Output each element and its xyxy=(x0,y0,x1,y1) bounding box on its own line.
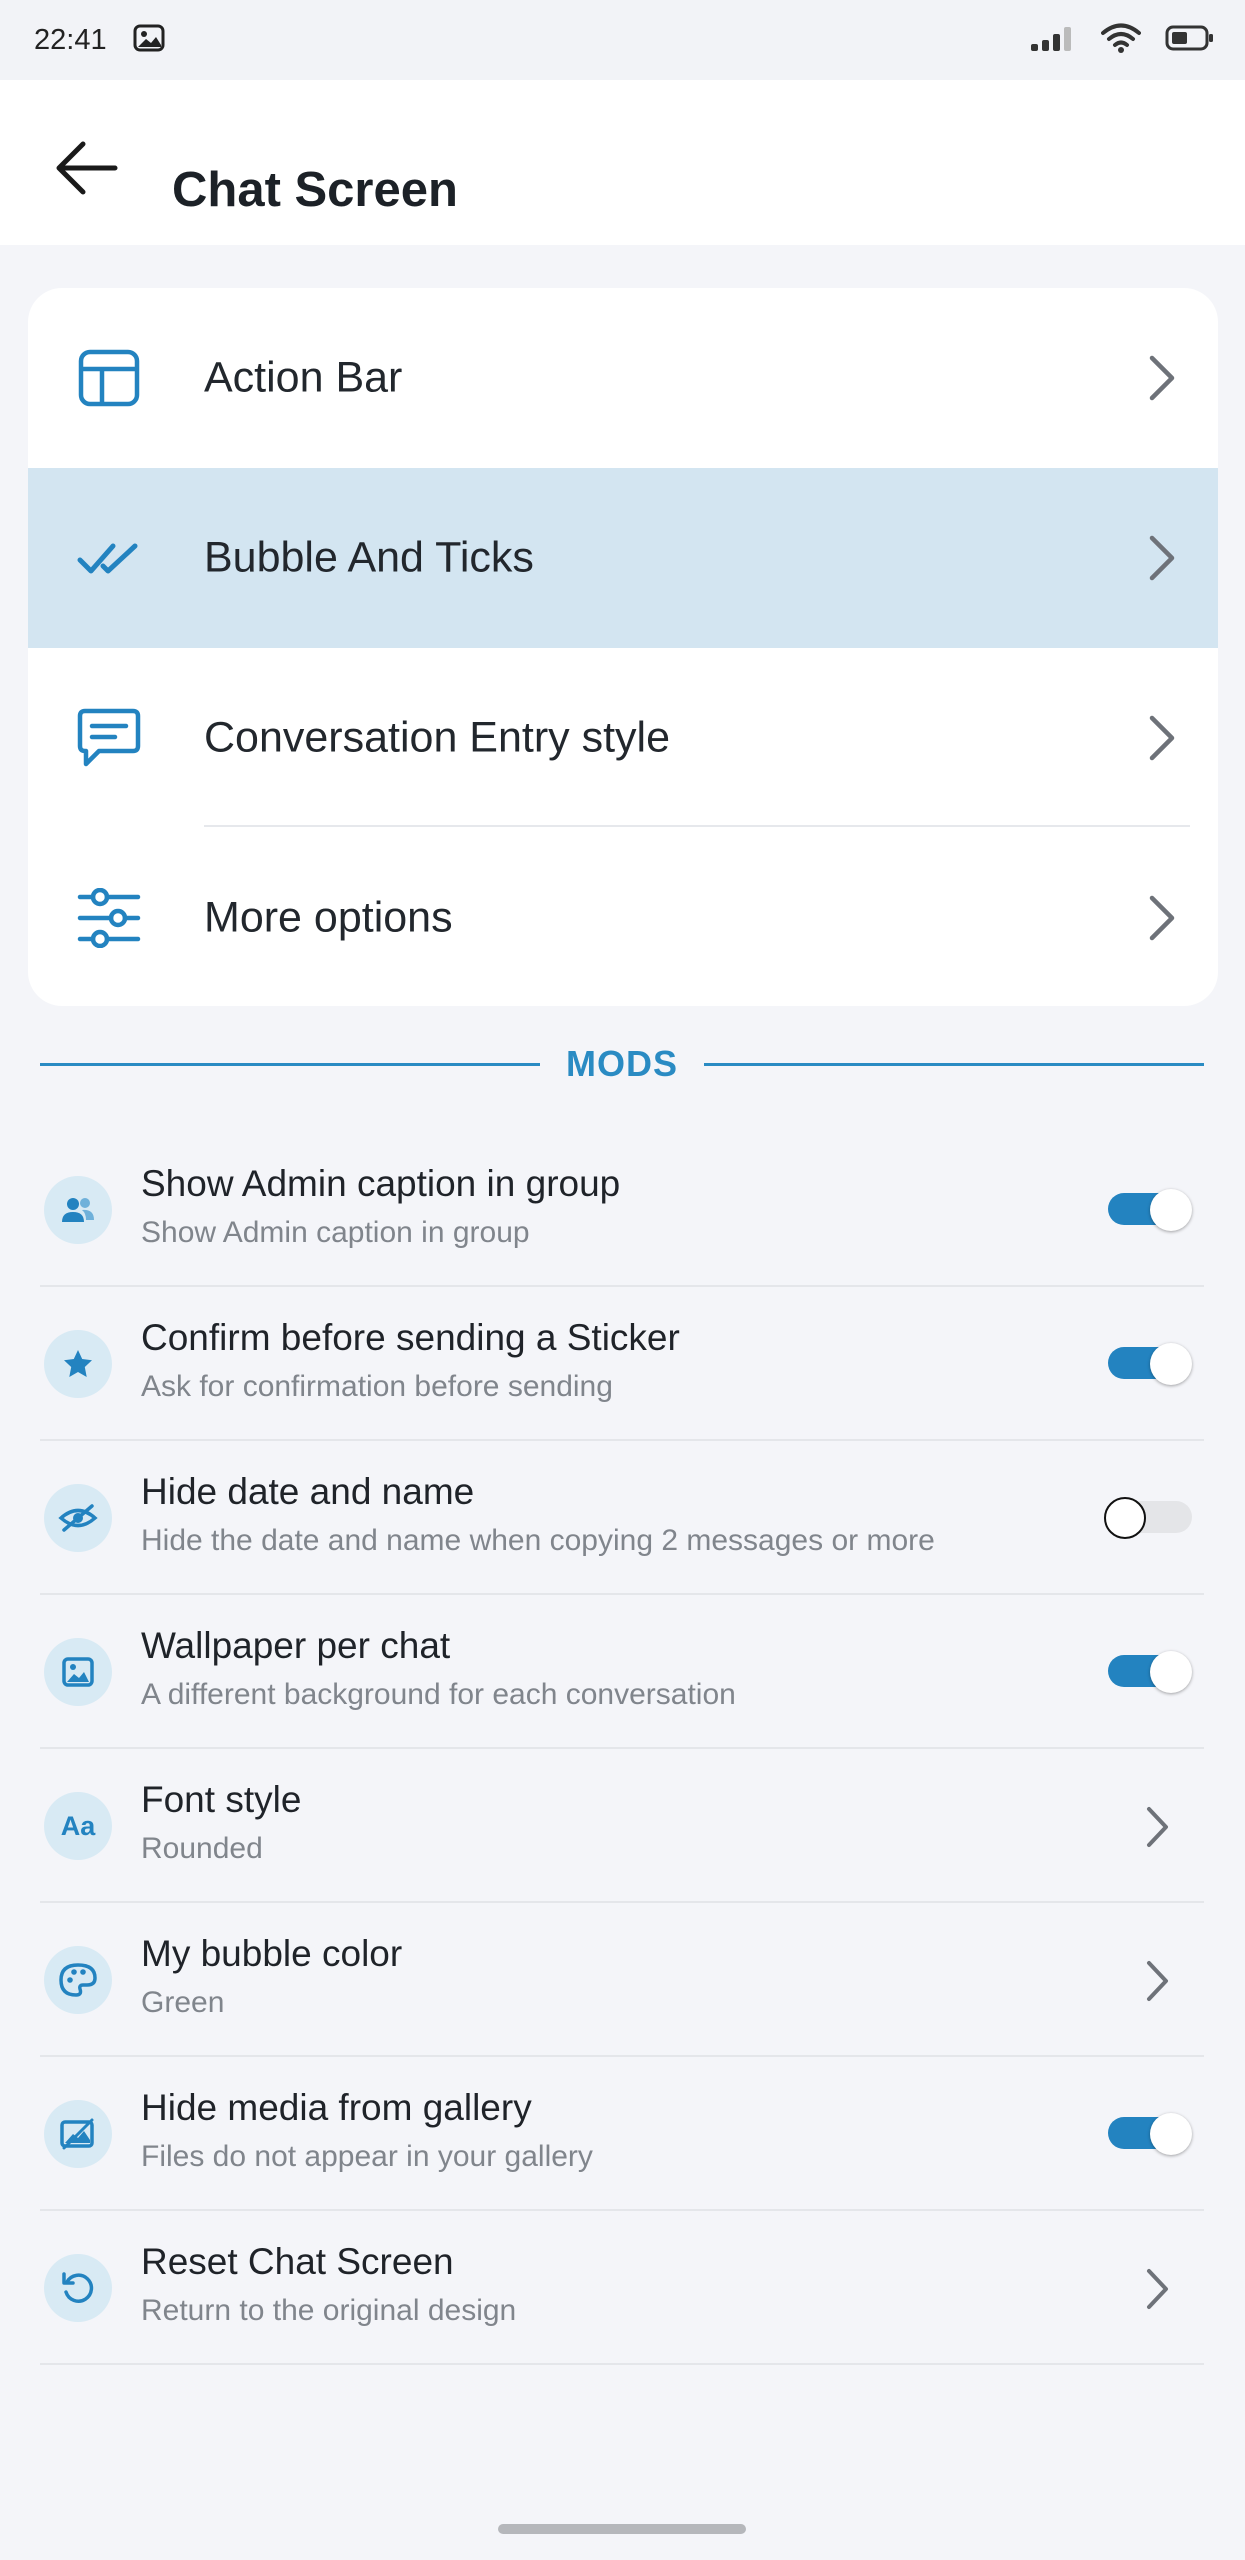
mod-row-font-style[interactable]: Aa Font style Rounded xyxy=(40,1749,1204,1903)
menu-item-label: Bubble And Ticks xyxy=(204,533,534,582)
image-notification-icon xyxy=(133,23,165,58)
status-right xyxy=(1031,22,1215,59)
mod-subtitle: Return to the original design xyxy=(141,2294,517,2327)
back-button[interactable] xyxy=(46,128,126,208)
chevron-right-icon xyxy=(1147,1807,1168,1847)
home-indicator[interactable] xyxy=(498,2524,746,2534)
mod-title: Show Admin caption in group xyxy=(141,1163,621,1204)
toggle-switch[interactable] xyxy=(1108,2113,1192,2155)
mod-subtitle: Rounded xyxy=(141,1832,263,1865)
mods-title: MODS xyxy=(566,1043,678,1084)
mod-subtitle: Hide the date and name when copying 2 me… xyxy=(141,1524,935,1557)
toggle-switch[interactable] xyxy=(1104,1497,1192,1539)
arrow-left-icon xyxy=(56,141,118,195)
chevron-right-icon xyxy=(1149,535,1175,581)
menu-item-label: More options xyxy=(204,893,453,942)
menu-item-bubble-and-ticks[interactable]: Bubble And Ticks xyxy=(28,468,1218,648)
wifi-icon xyxy=(1101,22,1141,59)
hidden-image-icon xyxy=(44,2100,112,2168)
battery-icon xyxy=(1165,24,1215,57)
double-check-icon xyxy=(74,523,144,593)
chevron-right-icon xyxy=(1147,1961,1168,2001)
reset-icon xyxy=(44,2254,112,2322)
menu-item-label: Conversation Entry style xyxy=(204,713,671,762)
mod-subtitle: Ask for confirmation before sending xyxy=(141,1370,613,1403)
divider xyxy=(204,825,1190,827)
status-time: 22:41 xyxy=(34,23,107,56)
toggle-knob xyxy=(1150,1343,1192,1385)
mod-row-bubble-color[interactable]: My bubble color Green xyxy=(40,1903,1204,2057)
app-header: Chat Screen xyxy=(0,80,1245,245)
chevron-right-icon xyxy=(1149,895,1175,941)
mod-row-hide-media[interactable]: Hide media from gallery Files do not app… xyxy=(40,2057,1204,2211)
chat-bubble-icon xyxy=(74,703,144,773)
settings-card: Action Bar Bubble And Ticks Conversation… xyxy=(28,288,1218,1006)
toggle-knob xyxy=(1150,2113,1192,2155)
menu-item-more-options[interactable]: More options xyxy=(28,828,1218,1006)
menu-item-conversation-entry-style[interactable]: Conversation Entry style xyxy=(28,648,1218,828)
mod-title: My bubble color xyxy=(141,1933,403,1974)
sliders-icon xyxy=(74,883,144,953)
mod-title: Confirm before sending a Sticker xyxy=(141,1317,680,1358)
layout-icon xyxy=(74,343,144,413)
mod-row-show-admin-caption[interactable]: Show Admin caption in group Show Admin c… xyxy=(40,1133,1204,1287)
mod-title: Hide date and name xyxy=(141,1471,475,1512)
mod-title: Wallpaper per chat xyxy=(141,1625,451,1666)
mod-title: Font style xyxy=(141,1779,302,1820)
status-left: 22:41 xyxy=(34,23,165,58)
mods-list: Show Admin caption in group Show Admin c… xyxy=(40,1133,1204,2365)
menu-item-label: Action Bar xyxy=(204,353,403,402)
mod-title: Hide media from gallery xyxy=(141,2087,532,2128)
toggle-switch[interactable] xyxy=(1108,1651,1192,1693)
mod-subtitle: Files do not appear in your gallery xyxy=(141,2140,593,2173)
chevron-right-icon xyxy=(1147,2269,1168,2309)
mod-row-hide-date-name[interactable]: Hide date and name Hide the date and nam… xyxy=(40,1441,1204,1595)
divider xyxy=(40,1062,540,1066)
page-title: Chat Screen xyxy=(172,163,458,217)
mod-subtitle: Show Admin caption in group xyxy=(141,1216,530,1249)
font-icon: Aa xyxy=(44,1792,112,1860)
mod-row-confirm-sticker[interactable]: Confirm before sending a Sticker Ask for… xyxy=(40,1287,1204,1441)
mod-subtitle: Green xyxy=(141,1986,225,2019)
menu-item-action-bar[interactable]: Action Bar xyxy=(28,288,1218,468)
image-icon xyxy=(44,1638,112,1706)
toggle-switch[interactable] xyxy=(1108,1189,1192,1231)
font-icon-text: Aa xyxy=(60,1810,96,1841)
mod-subtitle: A different background for each conversa… xyxy=(141,1678,736,1711)
users-icon xyxy=(44,1176,112,1244)
mods-section-header: MODS xyxy=(40,1042,1204,1086)
star-icon xyxy=(44,1330,112,1398)
chevron-right-icon xyxy=(1149,715,1175,761)
toggle-knob xyxy=(1150,1189,1192,1231)
status-bar: 22:41 xyxy=(0,0,1245,80)
mod-row-reset-chat-screen[interactable]: Reset Chat Screen Return to the original… xyxy=(40,2211,1204,2365)
toggle-knob xyxy=(1104,1497,1146,1539)
toggle-switch[interactable] xyxy=(1108,1343,1192,1385)
divider xyxy=(704,1062,1204,1066)
chevron-right-icon xyxy=(1149,355,1175,401)
signal-icon xyxy=(1031,25,1077,56)
mod-row-wallpaper-per-chat[interactable]: Wallpaper per chat A different backgroun… xyxy=(40,1595,1204,1749)
palette-icon xyxy=(44,1946,112,2014)
eye-off-icon xyxy=(44,1484,112,1552)
mod-title: Reset Chat Screen xyxy=(141,2241,454,2282)
toggle-knob xyxy=(1150,1651,1192,1693)
